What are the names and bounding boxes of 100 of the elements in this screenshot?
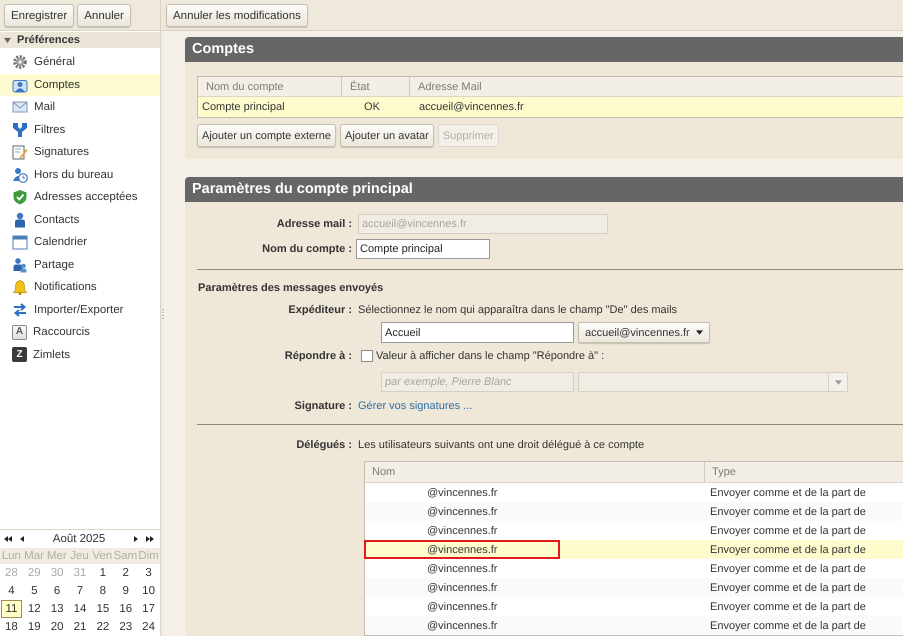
sidebar-item[interactable]: Mail — [0, 96, 160, 118]
shield-check-icon — [12, 189, 28, 206]
table-row[interactable]: @vincennes.fr Envoyer comme et de la part de — [365, 616, 903, 635]
table-cell-text: @vincennes.fr — [426, 562, 498, 576]
toolbar-button[interactable]: Enregistrer — [4, 4, 74, 27]
filter-icon — [12, 122, 28, 138]
calendar-day[interactable]: 10 — [138, 582, 159, 600]
today-date[interactable]: 11 — [1, 600, 22, 618]
calendar-day[interactable]: 4 — [1, 582, 22, 600]
table-row[interactable]: @vincennes.fr Envoyer comme et de la part de — [365, 597, 903, 616]
manage-signatures-link[interactable]: Gérer vos signatures ... — [358, 400, 472, 412]
calendar-day[interactable]: 12 — [24, 600, 45, 618]
calendar-day[interactable]: 22 — [92, 618, 114, 636]
envelope-icon — [12, 99, 28, 116]
double-right-arrow-icon[interactable] — [146, 536, 154, 542]
table-cell-text: OK — [363, 100, 381, 115]
calendar-day[interactable]: 18 — [1, 618, 22, 636]
weekday-label: Ven — [91, 550, 114, 562]
calendar-day[interactable]: 16 — [115, 600, 136, 618]
calendar-day[interactable]: 17 — [138, 600, 159, 618]
sidebar-item[interactable]: A Raccourcis — [0, 321, 160, 344]
right-arrow-icon[interactable] — [134, 536, 138, 542]
column-header[interactable]: Nom du compte — [198, 77, 341, 96]
bell-icon — [12, 279, 28, 296]
sidebar-item[interactable]: Z Zimlets — [0, 344, 160, 366]
person-icon — [12, 212, 28, 228]
sidebar-item[interactable]: Comptes — [0, 74, 160, 96]
table-cell-text: @vincennes.fr — [426, 600, 498, 614]
sidebar-item[interactable]: Contacts — [0, 208, 160, 231]
action-button[interactable]: Ajouter un avatar — [340, 124, 434, 147]
table-cell-text: Envoyer comme et de la part de — [709, 504, 867, 520]
column-header[interactable]: État — [341, 77, 409, 96]
left-arrow-icon[interactable] — [20, 536, 24, 542]
calendar-day[interactable]: 14 — [70, 600, 90, 618]
calendar-day[interactable]: 21 — [70, 618, 90, 636]
field-label: Expéditeur : — [287, 304, 353, 316]
hint-text: Sélectionnez le nom qui apparaîtra dans le champ "De" des mails — [358, 304, 678, 316]
table-cell: @vincennes.fr — [365, 540, 704, 559]
tree-header[interactable]: Préférences — [0, 32, 160, 48]
calendar-day[interactable]: 20 — [46, 618, 68, 636]
column-header[interactable]: Adresse Mail — [409, 77, 903, 96]
calendar-day[interactable]: 15 — [92, 600, 114, 618]
sidebar-item[interactable]: Signatures — [0, 141, 160, 164]
checkbox[interactable] — [361, 350, 373, 362]
sidebar-item[interactable]: Général — [0, 51, 160, 74]
caret-icon — [834, 380, 842, 384]
table-row[interactable]: Compte principal OK accueil@vincennes.fr — [198, 97, 903, 117]
table-row[interactable]: @vincennes.fr Envoyer comme et de la part de — [365, 578, 903, 597]
table-cell-text: Compte principal — [201, 100, 286, 115]
toolbar-button[interactable]: Annuler les modifications — [166, 4, 308, 27]
table-cell-text: Envoyer comme et de la part de — [709, 580, 867, 596]
calendar-day[interactable]: 7 — [70, 582, 90, 600]
sidebar-item[interactable]: Adresses acceptées — [0, 186, 160, 208]
calendar-day[interactable]: 8 — [92, 582, 114, 600]
sidebar-item[interactable]: Calendrier — [0, 231, 160, 254]
sidebar-item[interactable]: Importer/Exporter — [0, 298, 160, 321]
subsection-title: Paramètres des messages envoyés — [197, 281, 384, 296]
calendar-day[interactable]: 2 — [115, 564, 136, 582]
calendar-day[interactable]: 13 — [46, 600, 68, 618]
field-label: Répondre à : — [284, 350, 353, 362]
table-row[interactable]: @vincennes.fr Envoyer comme et de la part de — [365, 502, 903, 521]
section-header: Paramètres du compte principal — [185, 177, 903, 202]
table-row[interactable]: @vincennes.fr Envoyer comme et de la part de — [365, 521, 903, 540]
calendar-day[interactable]: 6 — [46, 582, 68, 600]
sidebar-item[interactable]: Notifications — [0, 276, 160, 298]
column-header[interactable]: Type — [704, 462, 903, 482]
weekday-label: Sam — [114, 550, 138, 562]
calendar-day[interactable]: 1 — [92, 564, 114, 582]
table-cell-text: accueil@vincennes.fr — [418, 100, 525, 115]
table-row[interactable]: @vincennes.fr Envoyer comme et de la part de — [365, 483, 903, 502]
expanded-triangle-icon[interactable] — [4, 36, 11, 44]
table-row[interactable]: @vincennes.fr Envoyer comme et de la part de — [365, 540, 903, 559]
sidebar-item[interactable]: Hors du bureau — [0, 164, 160, 186]
calendar-day[interactable]: 24 — [138, 618, 159, 636]
action-button[interactable]: Ajouter un compte externe — [197, 124, 336, 147]
calendar-day[interactable]: 23 — [115, 618, 136, 636]
toolbar-button[interactable]: Annuler — [77, 4, 131, 27]
calendar-day[interactable]: 5 — [24, 582, 45, 600]
tree-title: Préférences — [17, 34, 80, 46]
account-name-field[interactable]: Compte principal — [356, 239, 490, 259]
weekday-label: Mar — [23, 550, 45, 562]
sender-name-field[interactable]: Accueil — [381, 322, 574, 343]
double-left-arrow-icon[interactable] — [4, 536, 12, 542]
keycap-icon: A — [12, 324, 27, 340]
sidebar-item[interactable]: Filtres — [0, 118, 160, 141]
column-header[interactable]: Nom — [365, 462, 704, 482]
calendar-day[interactable]: 3 — [138, 564, 159, 582]
dropdown-arrow-button[interactable] — [828, 373, 847, 391]
calendar-day[interactable]: 19 — [24, 618, 45, 636]
table-row[interactable]: @vincennes.fr Envoyer comme et de la part de — [365, 559, 903, 578]
table-cell-text: @vincennes.fr — [426, 580, 498, 596]
field-label: Signature : — [294, 400, 353, 412]
person-clock-icon — [12, 166, 28, 183]
address-dropdown[interactable]: accueil@vincennes.fr — [578, 322, 710, 343]
delegates-description: Les utilisateurs suivants ont une droit délégué à ce compte — [358, 439, 644, 451]
caret-icon — [696, 330, 703, 335]
sidebar-item[interactable]: Partage — [0, 254, 160, 276]
calendar-day[interactable]: 9 — [115, 582, 136, 600]
weekday-label: Lun — [0, 550, 22, 562]
table-cell-text: Envoyer comme et de la part de — [709, 524, 867, 538]
